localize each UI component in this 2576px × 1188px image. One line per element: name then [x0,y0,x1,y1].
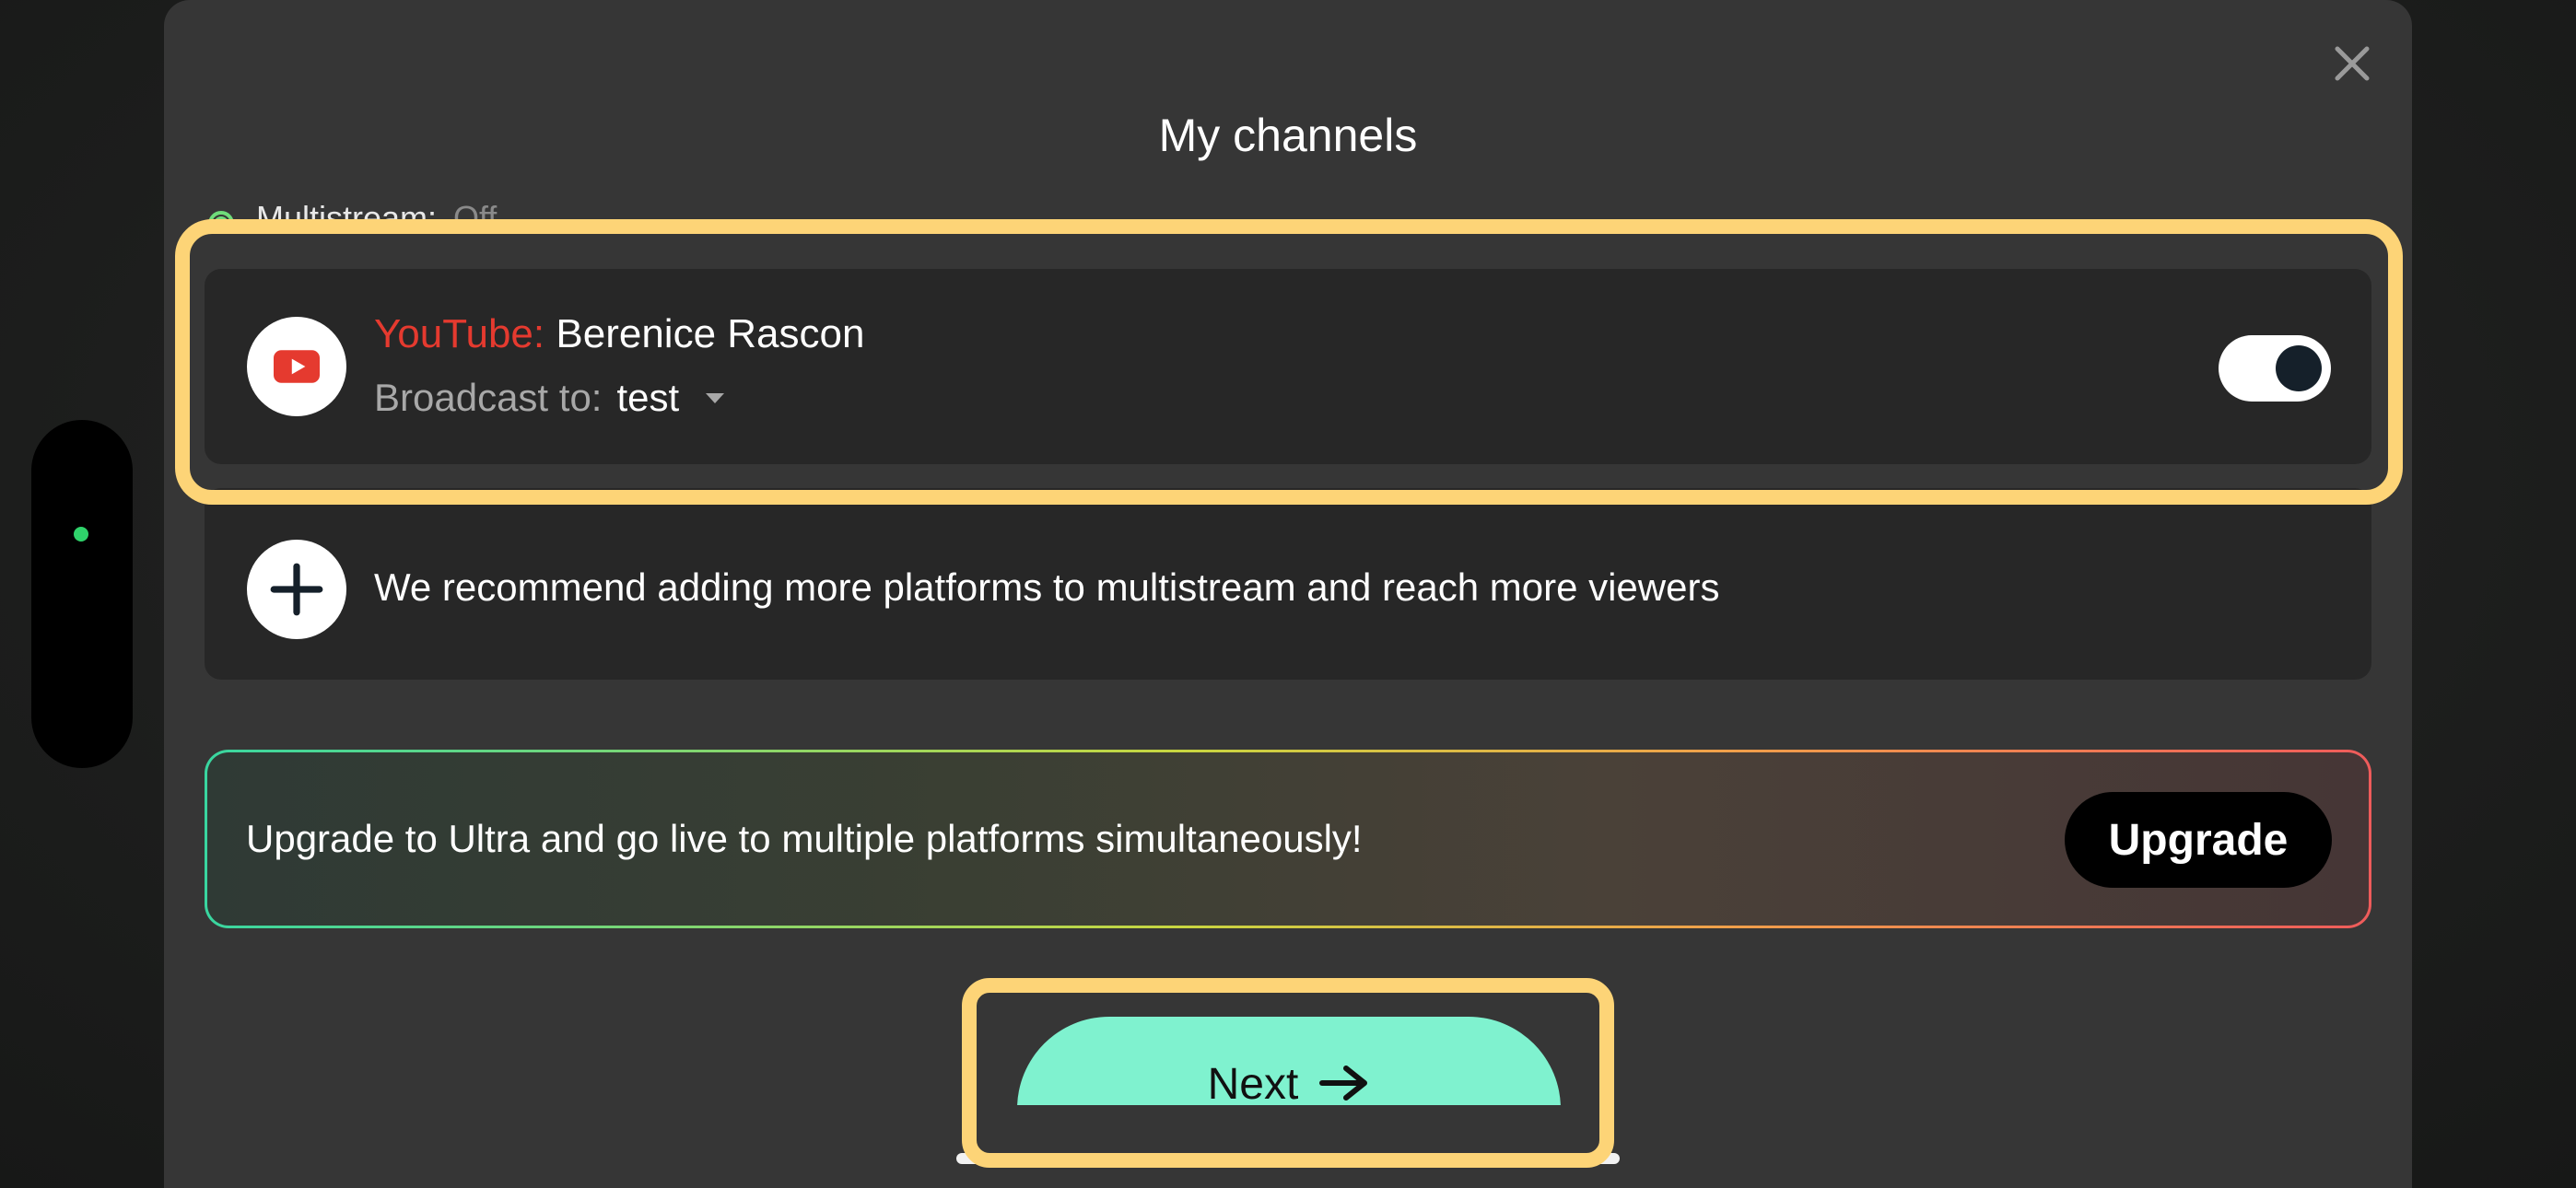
upgrade-text: Upgrade to Ultra and go live to multiple… [246,817,1363,860]
broadcast-value[interactable]: test [616,376,679,420]
youtube-channel-card: YouTube: Berenice Rascon Broadcast to: t… [205,269,2371,464]
account-name: Berenice Rascon [556,311,865,356]
add-platform-text: We recommend adding more platforms to mu… [374,565,1720,609]
modal-title: My channels [1158,110,1418,161]
side-control-pill[interactable] [31,420,133,768]
platform-label: YouTube: [374,311,545,356]
next-button-container: Next [1017,1017,1561,1105]
upgrade-banner: Upgrade to Ultra and go live to multiple… [205,750,2371,928]
broadcast-label: Broadcast to: [374,376,603,419]
close-button[interactable] [2327,39,2377,88]
broadcast-selector[interactable]: Broadcast to: test [374,376,727,420]
youtube-avatar [247,317,346,416]
channel-name: YouTube: Berenice Rascon [374,311,864,357]
screen: My channels Multistream: Off YouTube: Be… [0,0,2576,1188]
add-platform-button[interactable] [247,540,346,639]
upgrade-banner-inner: Upgrade to Ultra and go live to multiple… [207,752,2369,926]
plus-icon [270,563,323,616]
youtube-icon [274,350,320,383]
chevron-down-icon[interactable] [703,386,727,410]
toggle-knob [2276,345,2322,391]
home-indicator [956,1153,1620,1164]
close-icon [2335,46,2370,81]
next-label: Next [1207,1060,1299,1105]
upgrade-button[interactable]: Upgrade [2065,792,2332,888]
arrow-right-icon [1319,1066,1368,1101]
status-dot [74,527,88,542]
next-button[interactable]: Next [1017,1017,1561,1105]
add-platform-card[interactable]: We recommend adding more platforms to mu… [205,488,2371,680]
channel-toggle[interactable] [2219,335,2331,402]
